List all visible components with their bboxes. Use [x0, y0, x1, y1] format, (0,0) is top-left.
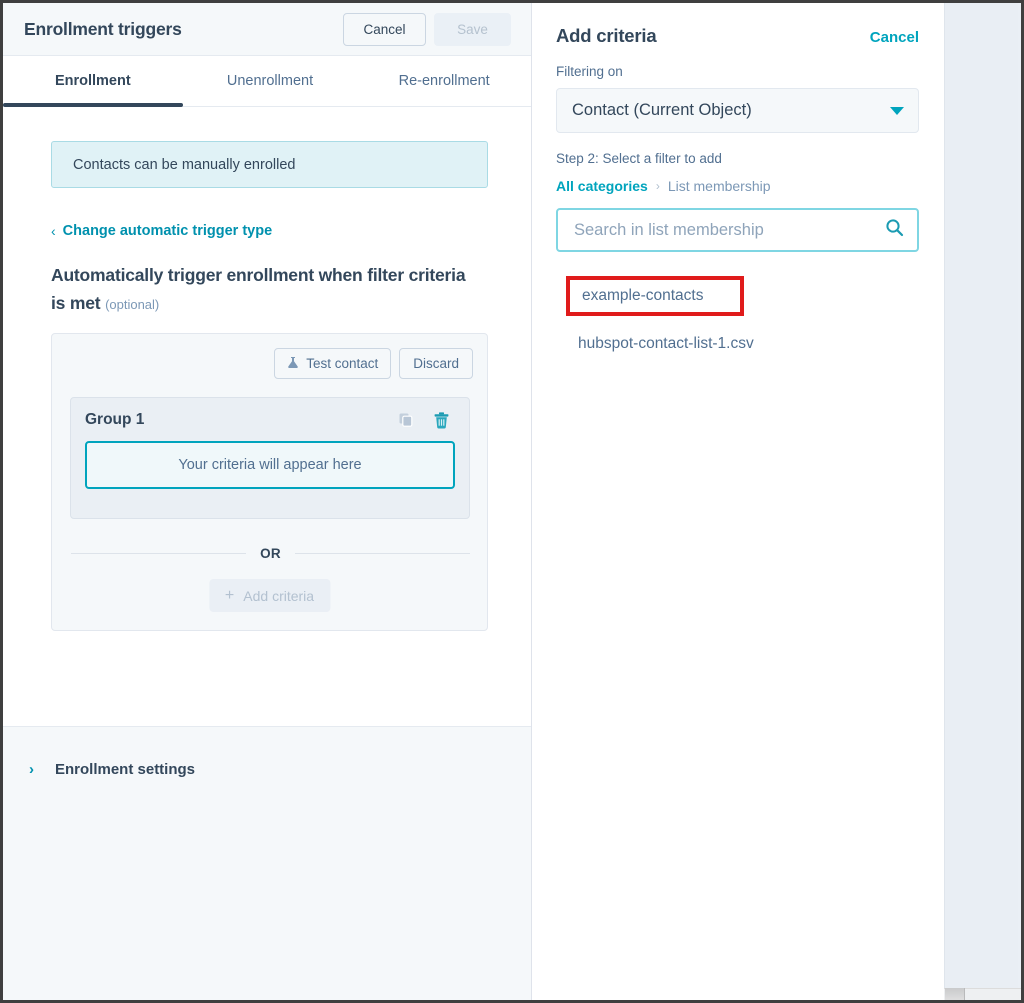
- section-heading: Automatically trigger enrollment when fi…: [51, 261, 481, 319]
- add-criteria-label: Add criteria: [243, 587, 315, 604]
- add-criteria-button[interactable]: + Add criteria: [208, 579, 331, 612]
- filter-results-list: example-contacts hubspot-contact-list-1.…: [556, 276, 919, 363]
- tab-bar: Enrollment Unenrollment Re-enrollment: [3, 56, 531, 107]
- enrollment-triggers-modal: Enrollment triggers Cancel Save Enrollme…: [3, 3, 944, 1000]
- criteria-card: Test contact Discard Group 1 Your criter…: [51, 333, 488, 631]
- tab-enrollment[interactable]: Enrollment: [3, 56, 183, 107]
- add-criteria-cancel-link[interactable]: Cancel: [870, 29, 919, 46]
- enrollment-settings-label: Enrollment settings: [55, 761, 196, 778]
- object-select-value: Contact (Current Object): [572, 101, 752, 119]
- list-item[interactable]: example-contacts: [566, 276, 744, 316]
- add-criteria-title: Add criteria: [556, 25, 657, 46]
- criteria-group-title: Group 1: [85, 411, 145, 428]
- or-divider-line-right: [294, 553, 471, 554]
- search-field[interactable]: [556, 208, 919, 252]
- save-button[interactable]: Save: [434, 12, 511, 46]
- copy-icon[interactable]: [398, 412, 414, 428]
- or-divider-line-left: [71, 553, 247, 554]
- section-heading-optional: (optional): [105, 297, 160, 312]
- filtering-on-label: Filtering on: [556, 64, 623, 79]
- horizontal-scrollbar-thumb[interactable]: [945, 988, 965, 1000]
- step-instruction: Step 2: Select a filter to add: [556, 151, 722, 166]
- chevron-left-icon: ‹: [51, 223, 56, 239]
- discard-button[interactable]: Discard: [399, 348, 473, 379]
- chevron-right-icon: ›: [29, 761, 34, 778]
- add-criteria-header: Add criteria Cancel: [556, 3, 919, 47]
- criteria-placeholder[interactable]: Your criteria will appear here: [85, 441, 455, 489]
- trash-icon[interactable]: [434, 411, 449, 429]
- criteria-card-actions: Test contact Discard: [274, 348, 473, 379]
- add-criteria-panel: Add criteria Cancel Filtering on Contact…: [532, 3, 943, 1000]
- test-contact-label: Test contact: [306, 356, 379, 371]
- chevron-down-icon: [890, 106, 904, 115]
- breadcrumb-current: List membership: [667, 178, 771, 194]
- flask-icon: [287, 356, 299, 372]
- left-panel-header: Enrollment triggers Cancel Save: [3, 3, 531, 56]
- tab-unenrollment[interactable]: Unenrollment: [183, 56, 358, 106]
- breadcrumb-all-categories[interactable]: All categories: [556, 178, 648, 194]
- test-contact-button[interactable]: Test contact: [274, 348, 392, 379]
- tab-re-enrollment[interactable]: Re-enrollment: [357, 56, 531, 106]
- left-panel: Enrollment triggers Cancel Save Enrollme…: [3, 3, 532, 1000]
- breadcrumb-separator-icon: ›: [655, 179, 660, 193]
- criteria-group-icons: [398, 411, 455, 429]
- or-label: OR: [260, 546, 281, 561]
- search-icon[interactable]: [885, 218, 904, 242]
- list-item[interactable]: hubspot-contact-list-1.csv: [556, 325, 919, 363]
- cancel-button[interactable]: Cancel: [343, 12, 426, 46]
- enrollment-settings-accordion[interactable]: › Enrollment settings: [29, 761, 531, 778]
- object-select[interactable]: Contact (Current Object): [556, 88, 919, 133]
- screenshot-root: Enrollment triggers Cancel Save Enrollme…: [0, 0, 1024, 1003]
- background-page-column: [944, 3, 1018, 988]
- page-title: Enrollment triggers: [24, 18, 182, 39]
- left-panel-footer: › Enrollment settings: [3, 727, 531, 1000]
- search-input[interactable]: [572, 219, 885, 241]
- left-panel-body: Contacts can be manually enrolled ‹ Chan…: [3, 107, 531, 727]
- or-divider: OR: [71, 546, 471, 561]
- plus-icon: +: [224, 586, 235, 604]
- criteria-group-header: Group 1: [85, 411, 455, 429]
- criteria-group: Group 1 Your criteria will appear here: [70, 397, 470, 519]
- breadcrumb: All categories › List membership: [556, 178, 919, 194]
- manual-enrollment-notice: Contacts can be manually enrolled: [51, 141, 488, 188]
- change-automatic-trigger-type-link[interactable]: ‹ Change automatic trigger type: [51, 223, 272, 239]
- change-automatic-trigger-type-label: Change automatic trigger type: [62, 223, 273, 239]
